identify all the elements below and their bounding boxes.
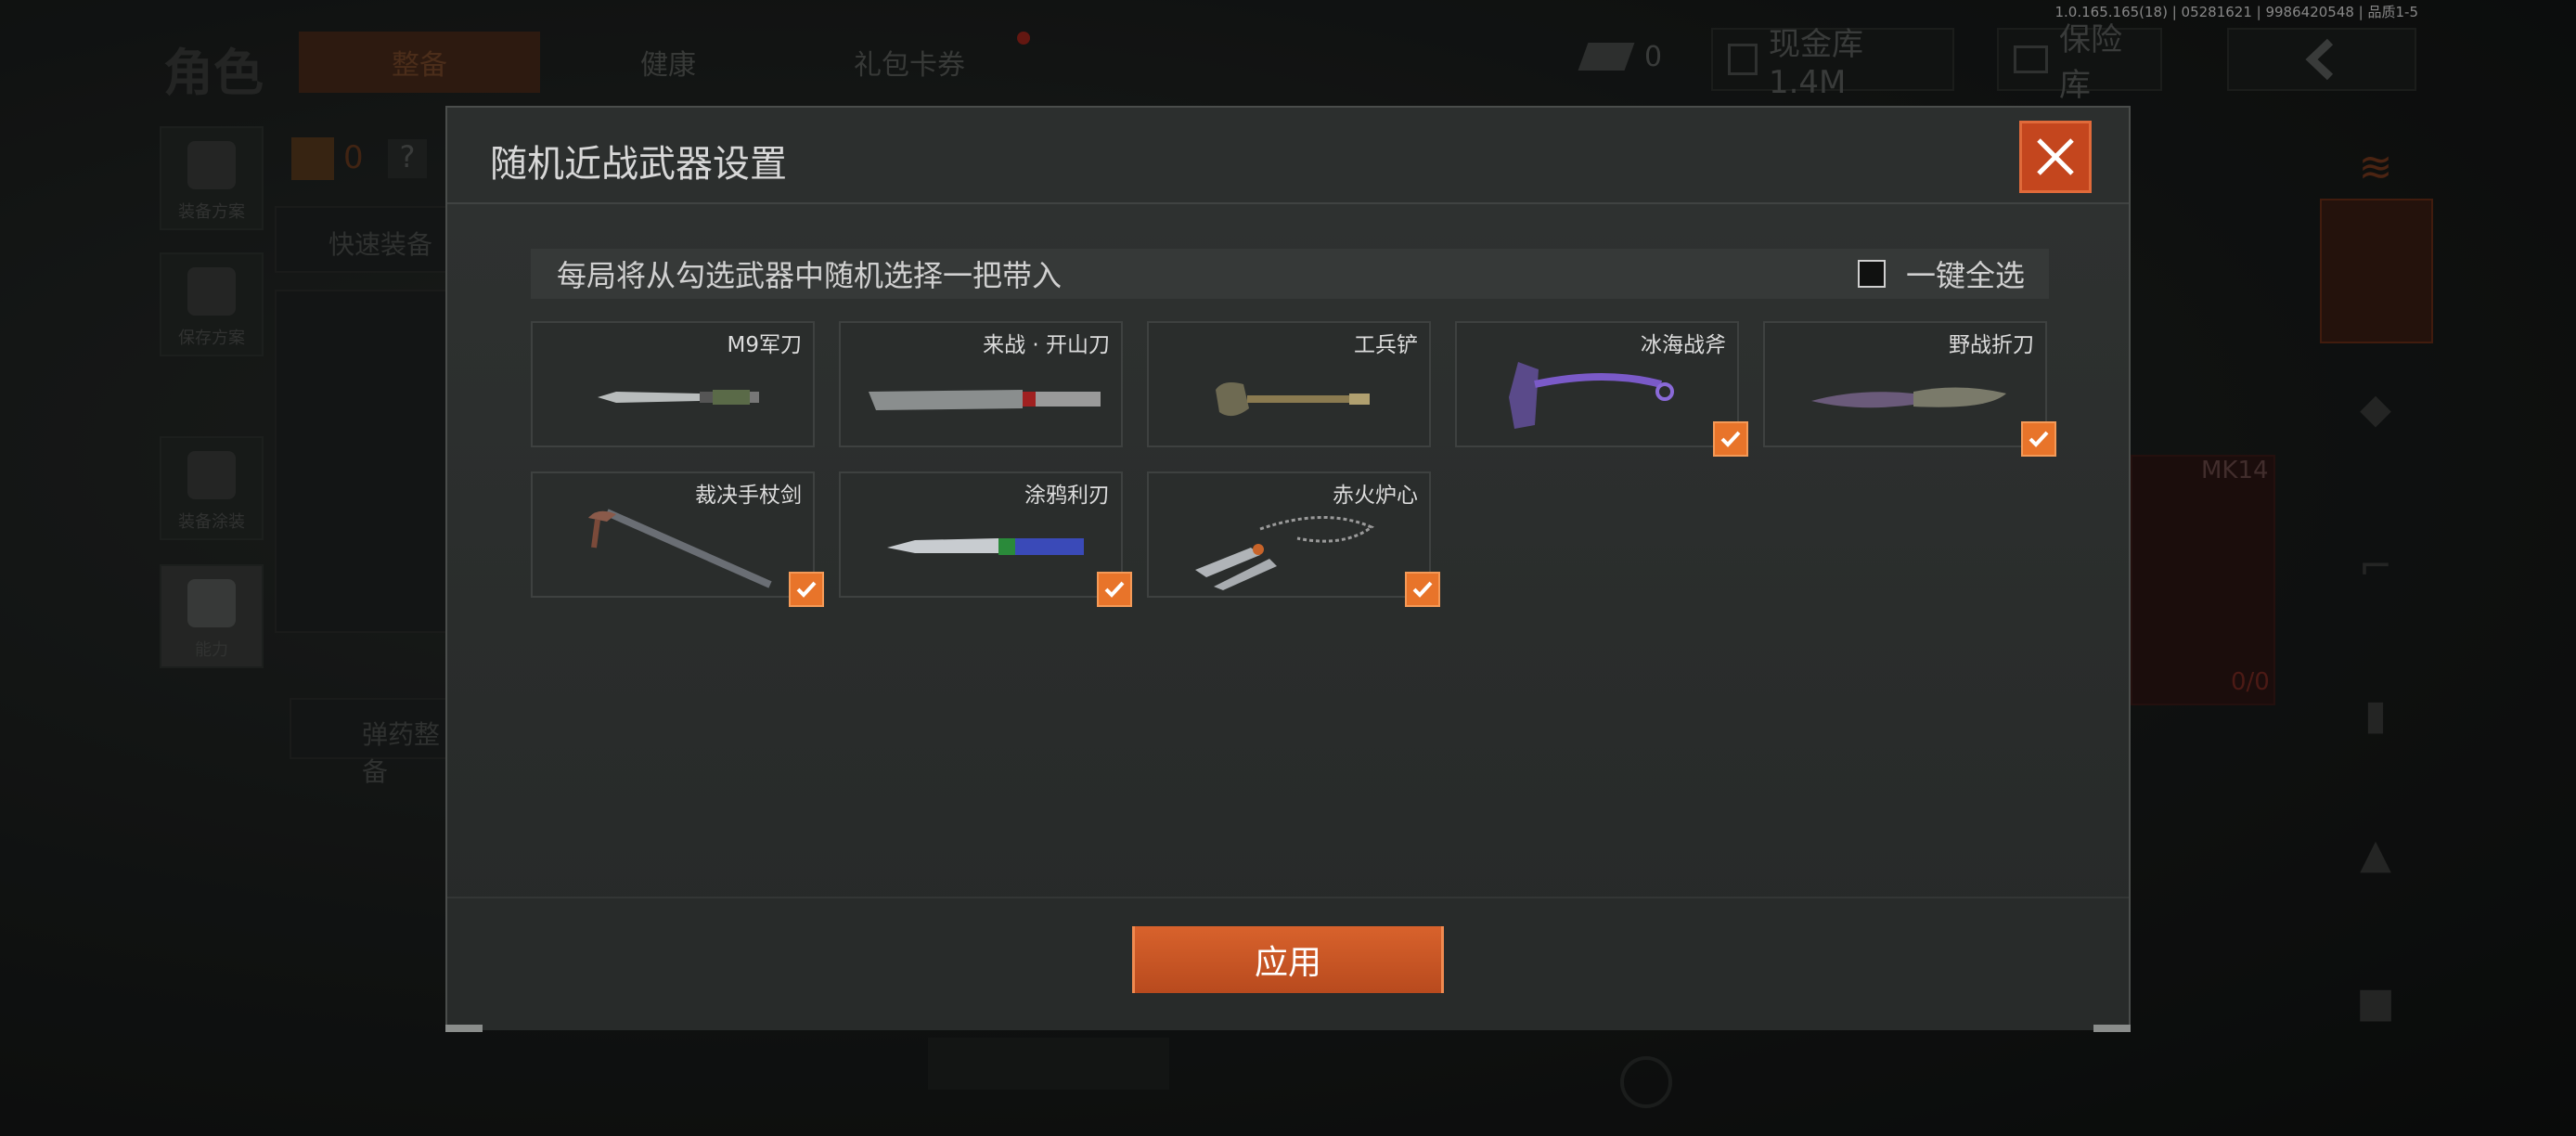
weapon-card-folding-knife[interactable]: 野战折刀 (1763, 321, 2056, 457)
machete-icon (869, 390, 1101, 410)
graffiti-blade-icon (887, 538, 1084, 555)
weapon-card-graffiti-blade[interactable]: 涂鸦利刃 (839, 471, 1132, 607)
axe-icon (1509, 362, 1674, 429)
chain-kunai-icon (1195, 516, 1374, 590)
weapon-card-machete[interactable]: 来战 · 开山刀 (839, 321, 1123, 447)
close-icon (2037, 138, 2074, 175)
weapon-card-m9[interactable]: M9军刀 (531, 321, 815, 447)
checkmark-icon (2029, 431, 2049, 447)
weapon-card-chain-kunai[interactable]: 赤火炉心 (1147, 471, 1440, 607)
dialog-title: 随机近战武器设置 (490, 143, 787, 186)
cane-sword-icon (588, 509, 772, 588)
corner-accent (2093, 1025, 2131, 1032)
weapon-checkbox-checked[interactable] (2021, 421, 2056, 457)
select-all-toggle[interactable]: 一键全选 (1857, 252, 2025, 295)
select-all-label: 一键全选 (1905, 258, 2025, 293)
folding-knife-icon (1811, 387, 2006, 408)
checkmark-icon (1104, 581, 1125, 598)
hint-bar: 每局将从勾选武器中随机选择一把带入 一键全选 (531, 249, 2049, 299)
checkmark-icon (796, 581, 817, 598)
weapon-card-cane-sword[interactable]: 裁决手杖剑 (531, 471, 824, 607)
checkmark-icon (1720, 431, 1741, 447)
apply-button[interactable]: 应用 (1132, 926, 1444, 993)
select-all-checkbox[interactable] (1857, 260, 1886, 288)
checkmark-icon (1412, 581, 1433, 598)
hint-text: 每局将从勾选武器中随机选择一把带入 (557, 258, 1063, 293)
shovel-icon (1216, 382, 1370, 417)
weapon-checkbox-checked[interactable] (1713, 421, 1748, 457)
weapon-card-shovel[interactable]: 工兵铲 (1147, 321, 1431, 447)
random-melee-settings-dialog: 随机近战武器设置 每局将从勾选武器中随机选择一把带入 一键全选 M9军刀 来战 … (445, 106, 2131, 1032)
weapon-checkbox-checked[interactable] (789, 572, 824, 607)
corner-accent (445, 1025, 483, 1032)
weapon-checkbox-checked[interactable] (1097, 572, 1132, 607)
close-button[interactable] (2019, 121, 2092, 193)
weapon-checkbox-checked[interactable] (1405, 572, 1440, 607)
weapon-card-axe[interactable]: 冰海战斧 (1455, 321, 1748, 457)
bayonet-icon (598, 390, 759, 405)
dialog-header: 随机近战武器设置 (447, 108, 2129, 204)
